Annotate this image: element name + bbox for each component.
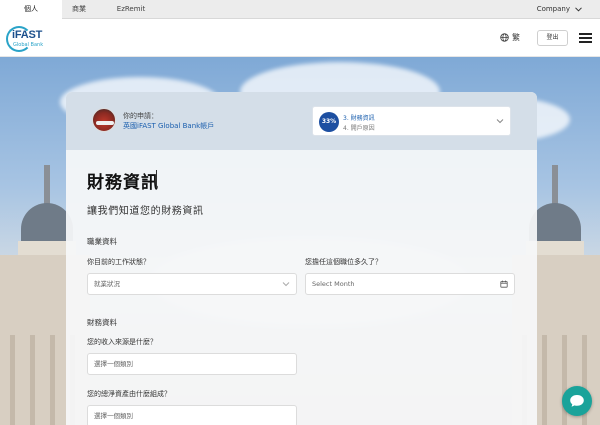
page-subtitle: 讓我們知道您的財務資訊: [87, 206, 204, 217]
finance-group-label: 財務資料: [87, 318, 117, 327]
current-step: 3. 財務資訊: [343, 115, 375, 122]
company-dropdown[interactable]: Company: [537, 0, 582, 19]
language-switcher[interactable]: 繁: [500, 32, 520, 43]
logout-button[interactable]: 登出: [537, 30, 568, 46]
ifast-logo[interactable]: iFAST Global Bank: [6, 26, 58, 52]
employment-status-select[interactable]: 就業狀況: [87, 273, 297, 295]
income-source-select[interactable]: 選擇一個類別: [87, 353, 297, 375]
income-source-label: 您的收入來源是什麼？: [87, 338, 157, 346]
chat-button[interactable]: [562, 386, 592, 416]
income-source-placeholder: 選擇一個類別: [94, 360, 133, 368]
net-worth-label: 您的總淨資產由什麼組成？: [87, 390, 171, 398]
tab-ezremit[interactable]: EzRemit: [110, 0, 152, 19]
application-header: 你的申請： 英國iFAST Global Bank帳戶 33% 3. 財務資訊 …: [66, 92, 537, 150]
application-name: 英國iFAST Global Bank帳戶: [123, 122, 215, 130]
chevron-down-icon: [496, 119, 504, 124]
company-label: Company: [536, 5, 570, 13]
site-header: iFAST Global Bank 繁 登出: [0, 19, 600, 57]
chat-bubble-icon: [570, 395, 584, 407]
application-avatar: [92, 108, 116, 132]
tab-business[interactable]: 商業: [62, 0, 96, 19]
globe-icon: [500, 33, 509, 42]
position-tenure-month-field[interactable]: Select Month: [305, 273, 515, 295]
application-card: 你的申請： 英國iFAST Global Bank帳戶 33% 3. 財務資訊 …: [66, 92, 537, 425]
tab-personal[interactable]: 個人: [0, 0, 62, 19]
logo-subtitle: Global Bank: [13, 42, 44, 48]
chevron-down-icon: [575, 7, 582, 12]
progress-percent-badge: 33%: [319, 112, 339, 132]
logo-brand: iFAST: [12, 29, 43, 41]
employment-status-placeholder: 就業狀況: [94, 280, 120, 288]
chevron-down-icon: [282, 282, 290, 287]
next-step: 4. 開戶原因: [343, 125, 375, 132]
net-worth-select[interactable]: 選擇一個類別: [87, 405, 297, 425]
application-label: 你的申請：: [123, 112, 158, 120]
step-progress-dropdown[interactable]: 33% 3. 財務資訊 4. 開戶原因: [312, 106, 511, 136]
employment-status-label: 你目前的工作狀態？: [87, 258, 150, 266]
language-label: 繁: [512, 33, 520, 42]
position-tenure-label: 您擔任這個職位多久了？: [305, 258, 382, 266]
position-tenure-placeholder: Select Month: [312, 280, 355, 288]
employment-group-label: 職業資料: [87, 237, 117, 246]
net-worth-placeholder: 選擇一個類別: [94, 412, 133, 420]
page-title: 財務資訊: [87, 173, 159, 193]
text-cursor: [156, 170, 157, 188]
hamburger-menu-icon[interactable]: [579, 33, 592, 43]
top-nav-bar: 個人 商業 EzRemit Company: [0, 0, 600, 19]
calendar-icon: [500, 280, 508, 288]
